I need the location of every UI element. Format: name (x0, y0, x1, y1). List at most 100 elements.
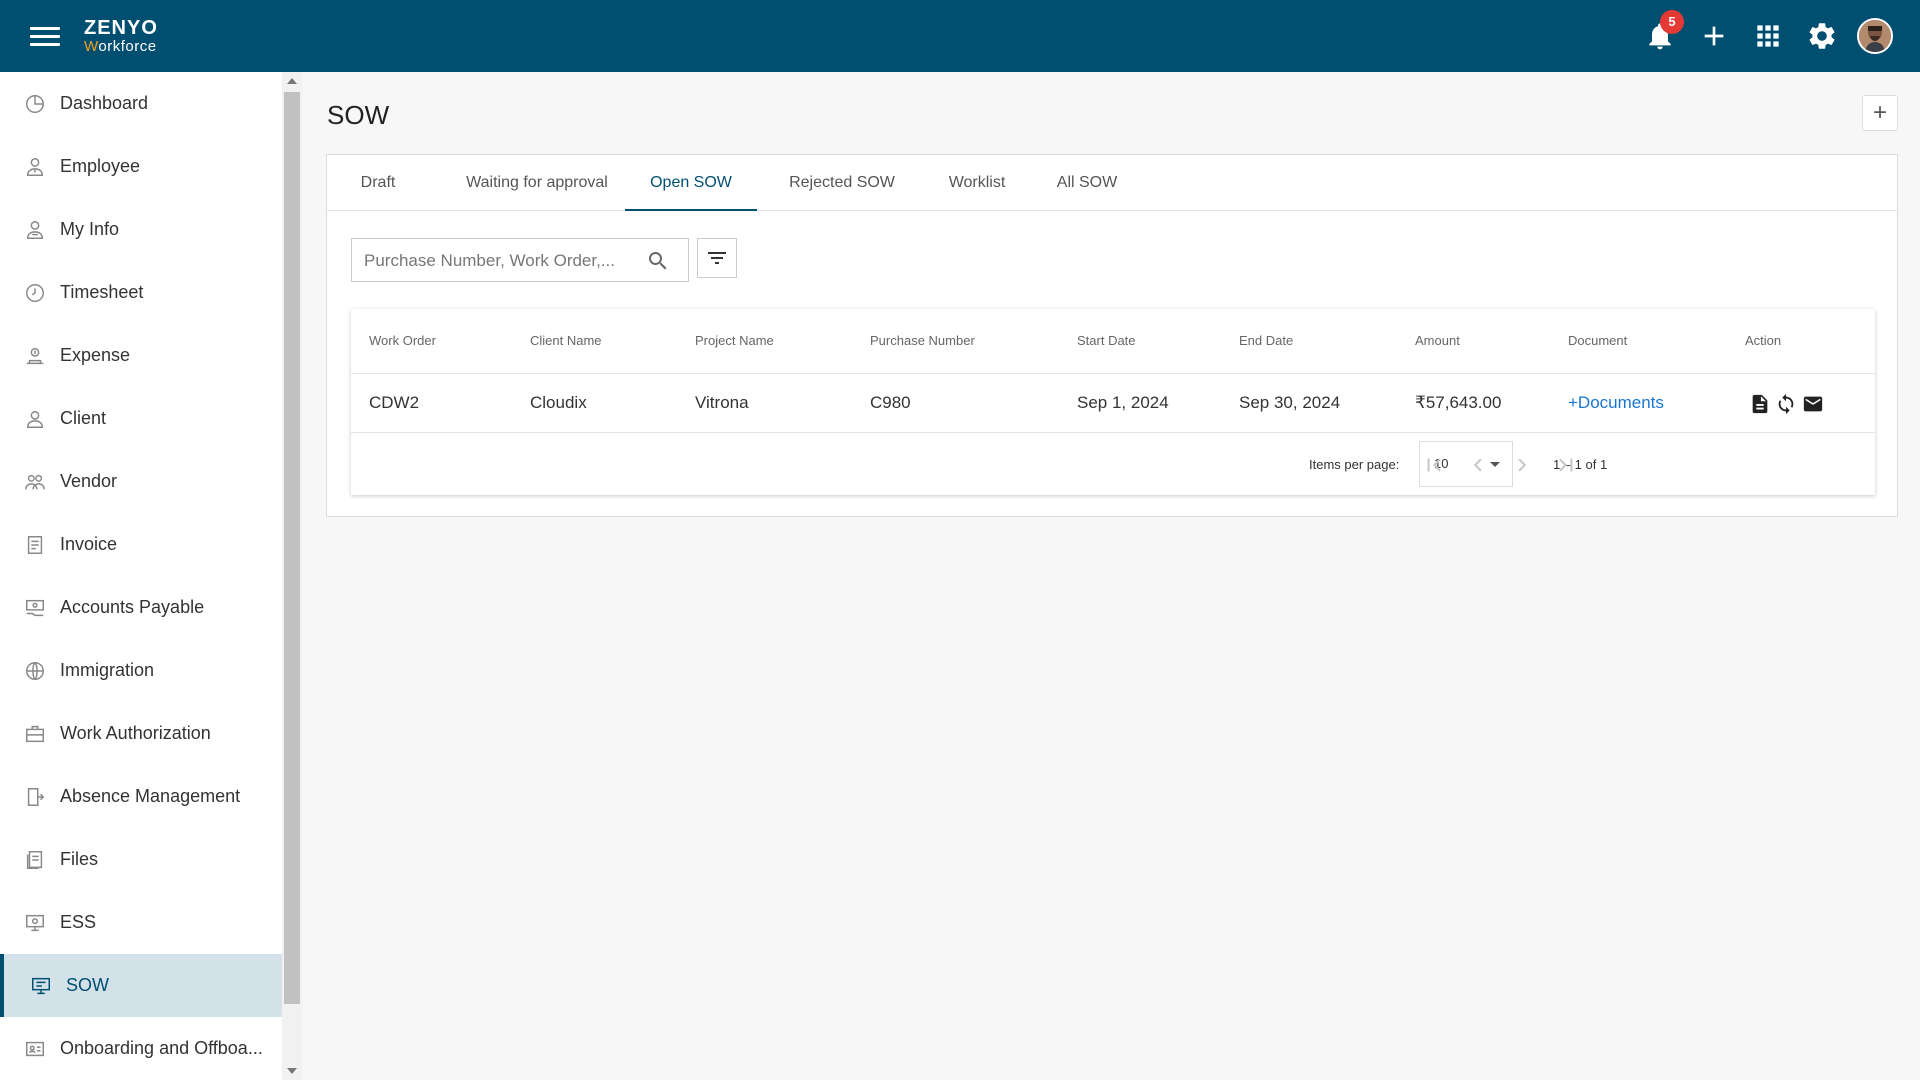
sidebar-item-label: Employee (60, 156, 141, 176)
cell-client-name: Cloudix (530, 393, 587, 412)
sidebar-item-client[interactable]: Client (0, 387, 282, 450)
sidebar-item-label: Files (60, 849, 99, 869)
column-header-document: Document (1568, 333, 1628, 348)
next-page-icon[interactable] (1509, 452, 1535, 478)
documents-link[interactable]: +Documents (1568, 374, 1664, 432)
chevron-down-icon (1490, 462, 1500, 467)
notification-badge: 5 (1660, 10, 1684, 34)
cell-start-date: Sep 1, 2024 (1077, 393, 1169, 412)
sidebar-item-onboarding[interactable]: Onboarding and Offboa... (0, 1017, 282, 1080)
column-header-purchase-number[interactable]: Purchase Number (870, 309, 975, 373)
sidebar-item-label: Timesheet (60, 282, 144, 302)
tab-draft[interactable]: Draft (337, 155, 419, 211)
column-header-work-order[interactable]: Work Order (369, 309, 436, 373)
cell-purchase-number: C980 (870, 393, 911, 412)
globe-icon (22, 658, 48, 684)
sidebar-item-label: My Info (60, 219, 120, 239)
tab-bar: Draft Waiting for approval Open SOW Reje… (327, 155, 1897, 211)
refresh-icon[interactable] (1775, 393, 1797, 415)
cell-amount: ₹57,643.00 (1415, 393, 1502, 412)
column-header-amount[interactable]: Amount (1415, 309, 1460, 373)
previous-page-icon[interactable] (1465, 452, 1491, 478)
user-avatar[interactable] (1857, 18, 1893, 54)
top-app-bar: ZENYO Workforce 5 (0, 0, 1920, 72)
briefcase-icon (22, 721, 48, 747)
add-sow-button[interactable]: + (1862, 95, 1898, 131)
scroll-up-arrow[interactable] (287, 78, 297, 84)
sidebar-item-absence-management[interactable]: Absence Management (0, 765, 282, 828)
sidebar-item-label: Absence Management (60, 786, 241, 806)
tab-worklist[interactable]: Worklist (927, 155, 1027, 211)
filter-button[interactable] (697, 238, 737, 278)
search-icon[interactable] (646, 249, 670, 273)
scrollbar-thumb[interactable] (284, 92, 300, 1004)
document-icon[interactable] (1749, 393, 1771, 415)
sidebar-item-files[interactable]: Files (0, 828, 282, 891)
sidebar-item-dashboard[interactable]: Dashboard (0, 72, 282, 135)
sow-icon (28, 973, 54, 999)
row-divider (351, 432, 1875, 433)
brand-logo[interactable]: ZENYO Workforce (84, 18, 158, 54)
sidebar-item-ess[interactable]: ESS (0, 891, 282, 954)
items-per-page-label: Items per page: (1309, 457, 1400, 472)
tab-open-sow[interactable]: Open SOW (625, 155, 757, 211)
tab-rejected-sow[interactable]: Rejected SOW (772, 155, 912, 211)
sidebar-item-invoice[interactable]: Invoice (0, 513, 282, 576)
tab-waiting-for-approval[interactable]: Waiting for approval (442, 155, 632, 211)
my-info-icon (22, 217, 48, 243)
cell-project-name: Vitrona (695, 393, 749, 412)
last-page-icon[interactable] (1553, 452, 1579, 478)
ess-icon (22, 910, 48, 936)
mail-icon[interactable] (1801, 393, 1825, 415)
sidebar-item-my-info[interactable]: My Info (0, 198, 282, 261)
sidebar: Dashboard Employee My Info Timesheet Exp… (0, 72, 282, 1080)
sidebar-item-label: Accounts Payable (60, 597, 205, 617)
sidebar-item-sow[interactable]: SOW (0, 954, 282, 1017)
sidebar-item-label: Work Authorization (60, 723, 211, 743)
sidebar-item-label: Client (60, 408, 107, 428)
sidebar-item-work-authorization[interactable]: Work Authorization (0, 702, 282, 765)
cell-work-order: CDW2 (369, 393, 420, 412)
sidebar-item-timesheet[interactable]: Timesheet (0, 261, 282, 324)
search-input[interactable] (364, 249, 639, 273)
dashboard-icon (22, 91, 48, 117)
sidebar-item-vendor[interactable]: Vendor (0, 450, 282, 513)
column-header-end-date[interactable]: End Date (1239, 309, 1293, 373)
sidebar-item-expense[interactable]: Expense (0, 324, 282, 387)
invoice-icon (22, 532, 48, 558)
sow-panel: Draft Waiting for approval Open SOW Reje… (326, 154, 1898, 517)
first-page-icon[interactable] (1421, 452, 1447, 478)
sow-table: Work Order Client Name Project Name Purc… (351, 309, 1875, 495)
gear-icon[interactable] (1806, 20, 1838, 52)
sidebar-item-label: Invoice (60, 534, 118, 554)
brand-name-bottom: Workforce (84, 38, 157, 55)
sidebar-item-immigration[interactable]: Immigration (0, 639, 282, 702)
sidebar-scrollbar[interactable] (282, 72, 302, 1080)
sidebar-item-label: ESS (60, 912, 97, 932)
sidebar-item-label: Dashboard (60, 93, 149, 113)
files-icon (22, 847, 48, 873)
apps-grid-icon[interactable] (1752, 20, 1784, 52)
page-title: SOW (327, 100, 390, 130)
sidebar-item-label: Expense (60, 345, 131, 365)
expense-icon (22, 343, 48, 369)
column-header-action: Action (1745, 333, 1782, 348)
id-card-icon (22, 1036, 48, 1062)
menu-icon[interactable] (30, 24, 60, 48)
column-header-start-date[interactable]: Start Date (1077, 309, 1136, 373)
scroll-down-arrow[interactable] (287, 1068, 297, 1074)
column-header-project-name[interactable]: Project Name (695, 309, 774, 373)
sidebar-item-accounts-payable[interactable]: Accounts Payable (0, 576, 282, 639)
tab-all-sow[interactable]: All SOW (1037, 155, 1137, 211)
door-icon (22, 784, 48, 810)
sidebar-item-employee[interactable]: Employee (0, 135, 282, 198)
employee-icon (22, 154, 48, 180)
accounts-payable-icon (22, 595, 48, 621)
filter-icon (708, 252, 726, 264)
client-icon (22, 406, 48, 432)
cell-end-date: Sep 30, 2024 (1239, 393, 1341, 412)
plus-icon[interactable] (1698, 20, 1730, 52)
column-header-client-name[interactable]: Client Name (530, 309, 602, 373)
vendor-icon (22, 469, 48, 495)
clock-icon (22, 280, 48, 306)
